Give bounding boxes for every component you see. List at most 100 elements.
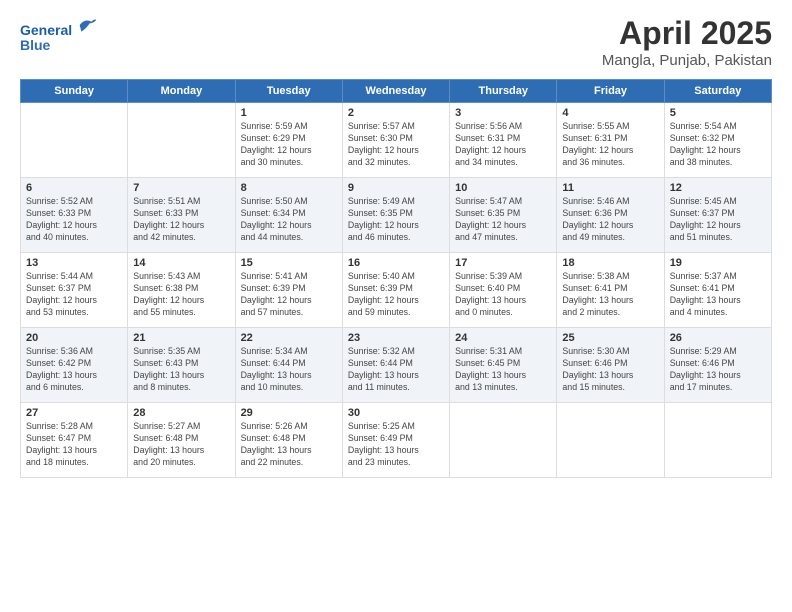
day-info: Sunrise: 5:59 AM Sunset: 6:29 PM Dayligh… — [241, 121, 337, 169]
table-row: 25 Sunrise: 5:30 AM Sunset: 6:46 PM Dayli… — [557, 328, 664, 403]
table-row: 13 Sunrise: 5:44 AM Sunset: 6:37 PM Dayli… — [21, 253, 128, 328]
table-row: 7 Sunrise: 5:51 AM Sunset: 6:33 PM Daylig… — [128, 178, 235, 253]
day-info: Sunrise: 5:41 AM Sunset: 6:39 PM Dayligh… — [241, 271, 337, 319]
table-row: 8Sunrise: 5:50 AM Sunset: 6:34 PM Daylig… — [235, 178, 342, 253]
day-info: Sunrise: 5:43 AM Sunset: 6:38 PM Dayligh… — [133, 271, 229, 319]
table-row: 26 Sunrise: 5:29 AM Sunset: 6:46 PM Dayli… — [664, 328, 771, 403]
day-number: 8 — [241, 182, 337, 194]
table-row: 24Sunrise: 5:31 AM Sunset: 6:45 PM Dayli… — [450, 328, 557, 403]
logo-blue: Blue — [20, 37, 98, 54]
day-info: Sunrise: 5:47 AM Sunset: 6:35 PM Dayligh… — [455, 196, 551, 244]
table-row: 29 Sunrise: 5:26 AM Sunset: 6:48 PM Dayli… — [235, 403, 342, 478]
table-row — [128, 103, 235, 178]
logo: General Blue — [20, 15, 98, 54]
col-thursday: Thursday — [450, 80, 557, 103]
day-info: Sunrise: 5:36 AM Sunset: 6:42 PM Dayligh… — [26, 346, 122, 394]
table-row: 15 Sunrise: 5:41 AM Sunset: 6:39 PM Dayli… — [235, 253, 342, 328]
col-saturday: Saturday — [664, 80, 771, 103]
day-info: Sunrise: 5:49 AM Sunset: 6:35 PM Dayligh… — [348, 196, 444, 244]
day-number: 11 — [562, 182, 658, 194]
header: General Blue April 2025 Mangla, Punjab, … — [20, 15, 772, 69]
col-monday: Monday — [128, 80, 235, 103]
day-number: 14 — [133, 257, 229, 269]
table-row: 27Sunrise: 5:28 AM Sunset: 6:47 PM Dayli… — [21, 403, 128, 478]
day-number: 21 — [133, 332, 229, 344]
table-row: 5 Sunrise: 5:54 AM Sunset: 6:32 PM Daylig… — [664, 103, 771, 178]
day-info: Sunrise: 5:56 AM Sunset: 6:31 PM Dayligh… — [455, 121, 551, 169]
day-info: Sunrise: 5:51 AM Sunset: 6:33 PM Dayligh… — [133, 196, 229, 244]
calendar-table: Sunday Monday Tuesday Wednesday Thursday… — [20, 79, 772, 478]
table-row: 14 Sunrise: 5:43 AM Sunset: 6:38 PM Dayli… — [128, 253, 235, 328]
col-friday: Friday — [557, 80, 664, 103]
day-number: 7 — [133, 182, 229, 194]
day-number: 2 — [348, 107, 444, 119]
table-row: 12Sunrise: 5:45 AM Sunset: 6:37 PM Dayli… — [664, 178, 771, 253]
table-row: 4Sunrise: 5:55 AM Sunset: 6:31 PM Daylig… — [557, 103, 664, 178]
table-row — [21, 103, 128, 178]
col-tuesday: Tuesday — [235, 80, 342, 103]
calendar-row: 27Sunrise: 5:28 AM Sunset: 6:47 PM Dayli… — [21, 403, 772, 478]
day-number: 17 — [455, 257, 551, 269]
day-number: 30 — [348, 407, 444, 419]
day-number: 25 — [562, 332, 658, 344]
day-number: 20 — [26, 332, 122, 344]
day-number: 26 — [670, 332, 766, 344]
table-row: 22Sunrise: 5:34 AM Sunset: 6:44 PM Dayli… — [235, 328, 342, 403]
table-row: 20 Sunrise: 5:36 AM Sunset: 6:42 PM Dayli… — [21, 328, 128, 403]
day-number: 15 — [241, 257, 337, 269]
logo-text: General — [20, 15, 98, 39]
day-info: Sunrise: 5:38 AM Sunset: 6:41 PM Dayligh… — [562, 271, 658, 319]
day-number: 9 — [348, 182, 444, 194]
day-info: Sunrise: 5:52 AM Sunset: 6:33 PM Dayligh… — [26, 196, 122, 244]
day-info: Sunrise: 5:31 AM Sunset: 6:45 PM Dayligh… — [455, 346, 551, 394]
day-info: Sunrise: 5:25 AM Sunset: 6:49 PM Dayligh… — [348, 421, 444, 469]
day-info: Sunrise: 5:26 AM Sunset: 6:48 PM Dayligh… — [241, 421, 337, 469]
table-row: 18Sunrise: 5:38 AM Sunset: 6:41 PM Dayli… — [557, 253, 664, 328]
table-row: 23 Sunrise: 5:32 AM Sunset: 6:44 PM Dayli… — [342, 328, 449, 403]
day-info: Sunrise: 5:39 AM Sunset: 6:40 PM Dayligh… — [455, 271, 551, 319]
day-info: Sunrise: 5:44 AM Sunset: 6:37 PM Dayligh… — [26, 271, 122, 319]
day-number: 28 — [133, 407, 229, 419]
calendar-row: 1 Sunrise: 5:59 AM Sunset: 6:29 PM Daylig… — [21, 103, 772, 178]
day-info: Sunrise: 5:30 AM Sunset: 6:46 PM Dayligh… — [562, 346, 658, 394]
table-row — [664, 403, 771, 478]
table-row: 21Sunrise: 5:35 AM Sunset: 6:43 PM Dayli… — [128, 328, 235, 403]
day-number: 29 — [241, 407, 337, 419]
day-number: 5 — [670, 107, 766, 119]
logo-bird-icon — [78, 15, 98, 35]
day-info: Sunrise: 5:45 AM Sunset: 6:37 PM Dayligh… — [670, 196, 766, 244]
day-info: Sunrise: 5:27 AM Sunset: 6:48 PM Dayligh… — [133, 421, 229, 469]
day-number: 27 — [26, 407, 122, 419]
day-info: Sunrise: 5:54 AM Sunset: 6:32 PM Dayligh… — [670, 121, 766, 169]
day-info: Sunrise: 5:40 AM Sunset: 6:39 PM Dayligh… — [348, 271, 444, 319]
table-row: 10 Sunrise: 5:47 AM Sunset: 6:35 PM Dayli… — [450, 178, 557, 253]
day-info: Sunrise: 5:46 AM Sunset: 6:36 PM Dayligh… — [562, 196, 658, 244]
day-info: Sunrise: 5:34 AM Sunset: 6:44 PM Dayligh… — [241, 346, 337, 394]
calendar-row: 13 Sunrise: 5:44 AM Sunset: 6:37 PM Dayli… — [21, 253, 772, 328]
day-number: 13 — [26, 257, 122, 269]
logo-general: General — [20, 22, 72, 38]
subtitle: Mangla, Punjab, Pakistan — [602, 52, 772, 69]
day-number: 19 — [670, 257, 766, 269]
table-row: 16 Sunrise: 5:40 AM Sunset: 6:39 PM Dayli… — [342, 253, 449, 328]
table-row: 30 Sunrise: 5:25 AM Sunset: 6:49 PM Dayli… — [342, 403, 449, 478]
calendar-row: 20 Sunrise: 5:36 AM Sunset: 6:42 PM Dayli… — [21, 328, 772, 403]
day-info: Sunrise: 5:57 AM Sunset: 6:30 PM Dayligh… — [348, 121, 444, 169]
day-number: 16 — [348, 257, 444, 269]
day-info: Sunrise: 5:32 AM Sunset: 6:44 PM Dayligh… — [348, 346, 444, 394]
table-row: 3Sunrise: 5:56 AM Sunset: 6:31 PM Daylig… — [450, 103, 557, 178]
col-wednesday: Wednesday — [342, 80, 449, 103]
table-row — [557, 403, 664, 478]
day-number: 6 — [26, 182, 122, 194]
day-number: 23 — [348, 332, 444, 344]
table-row — [450, 403, 557, 478]
page: General Blue April 2025 Mangla, Punjab, … — [0, 0, 792, 612]
day-info: Sunrise: 5:29 AM Sunset: 6:46 PM Dayligh… — [670, 346, 766, 394]
day-number: 4 — [562, 107, 658, 119]
table-row: 17 Sunrise: 5:39 AM Sunset: 6:40 PM Dayli… — [450, 253, 557, 328]
title-section: April 2025 Mangla, Punjab, Pakistan — [602, 15, 772, 69]
table-row: 19Sunrise: 5:37 AM Sunset: 6:41 PM Dayli… — [664, 253, 771, 328]
day-number: 1 — [241, 107, 337, 119]
table-row: 11 Sunrise: 5:46 AM Sunset: 6:36 PM Dayli… — [557, 178, 664, 253]
day-number: 10 — [455, 182, 551, 194]
